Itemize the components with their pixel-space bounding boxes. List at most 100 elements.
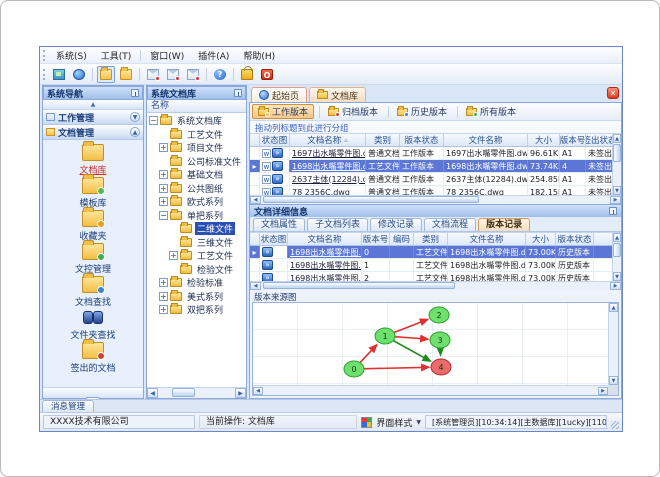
detail-tab-版本记录[interactable]: 版本记录 <box>478 218 531 231</box>
column-header-版本号[interactable]: 版本号 <box>362 233 390 245</box>
tree-node[interactable]: 工艺文件 <box>147 127 246 142</box>
menu-item[interactable]: 插件(A) <box>191 48 236 63</box>
column-header-大小[interactable]: 大小 <box>526 233 556 245</box>
sidebar-item-文档查找[interactable]: 文档查找 <box>43 272 143 308</box>
grid-vscrollbar[interactable]: ▲ ▼ <box>612 233 621 281</box>
detail-tab-子文档列表[interactable]: 子文档列表 <box>307 218 369 231</box>
scroll-down-icon[interactable]: ▼ <box>609 376 618 385</box>
tree-node[interactable]: − 单把系列 <box>147 208 246 223</box>
version-node-4[interactable]: 4 <box>430 358 452 376</box>
menu-item[interactable]: 帮助(H) <box>236 48 282 63</box>
table-row[interactable]: w»1697出水嘴零件图.dwg普通文档工作版本1697出水嘴零件图.dwg96… <box>250 147 612 160</box>
column-header-编码[interactable]: 编码 <box>390 233 414 245</box>
sidebar-item-模板库[interactable]: 模板库 <box>43 173 143 209</box>
column-header-版本状态[interactable]: 版本状态 <box>400 134 444 146</box>
graph-vscrollbar[interactable]: ▲ ▼ <box>608 303 618 385</box>
version-node-1[interactable]: 1 <box>374 327 396 345</box>
tree-node[interactable]: − 系统文档库 <box>147 114 246 128</box>
document-name-link[interactable]: 78 2356C.dwg <box>292 188 350 196</box>
tab-文档库[interactable]: 文档库 <box>309 87 367 102</box>
menu-item[interactable]: 系统(S) <box>49 48 94 63</box>
scroll-right-icon[interactable]: ▶ <box>610 282 621 290</box>
detail-tab-修改记录[interactable]: 修改记录 <box>370 218 423 231</box>
expand-icon[interactable]: + <box>159 197 168 207</box>
document-name-link[interactable]: 1698出水嘴零件图.dwg <box>290 247 361 258</box>
column-header-版本状态[interactable]: 版本状态 <box>556 233 594 245</box>
detail-tab-文档流程[interactable]: 文档流程 <box>424 218 477 231</box>
scroll-up-icon[interactable]: ▲ <box>609 303 618 312</box>
pin-icon[interactable] <box>131 89 139 97</box>
tree-node[interactable]: + 项目文件 <box>147 141 246 155</box>
version-filter-历史版本[interactable]: 历史版本 <box>392 104 452 119</box>
pin-icon[interactable] <box>234 89 242 97</box>
tree-node[interactable]: 检验文件 <box>147 262 246 277</box>
scroll-down-icon[interactable]: ▼ <box>613 186 621 195</box>
column-header-签出状态[interactable]: 签出状态 <box>586 134 612 146</box>
globe-button[interactable] <box>70 66 88 83</box>
document-name-link[interactable]: 1698出水嘴零件图.dwg <box>290 273 361 282</box>
lock-button[interactable] <box>238 65 256 83</box>
tree-node[interactable]: + 工艺文件 <box>147 249 246 263</box>
ui-style-dropdown[interactable]: 界面样式 <box>376 416 412 429</box>
scroll-left-icon[interactable]: ◀ <box>250 196 261 204</box>
tree-node[interactable]: + 基础文档 <box>147 168 246 182</box>
collapse-icon[interactable]: − <box>159 210 168 220</box>
tree-node[interactable]: 二维文件 <box>147 222 246 236</box>
document-name-link[interactable]: 1698出水嘴零件图.dwg <box>290 260 361 271</box>
table-row[interactable]: w»2637主体(12284).dwg普通文档工作版本2637主体(12284)… <box>250 173 612 186</box>
chevron-icon[interactable]: ▲ <box>130 127 140 137</box>
message-manager-tab[interactable]: 消息管理 <box>42 400 95 412</box>
scroll-up-icon[interactable]: ▲ <box>613 233 621 242</box>
sidebar-item-文控管理[interactable]: 文控管理 <box>43 239 143 275</box>
sidebar-item-文件夹查找[interactable]: 文件夹查找 <box>43 308 143 341</box>
menu-item[interactable]: 工具(T) <box>94 48 139 63</box>
document-name-link[interactable]: 1697出水嘴零件图.dwg <box>292 148 365 159</box>
tab-起始页[interactable]: 起始页 <box>251 87 308 102</box>
open-library-button[interactable] <box>97 65 115 83</box>
sidebar-item-文档库[interactable]: 文档库 <box>43 140 143 176</box>
sidebar-group-work[interactable]: 工作管理 ▼ <box>43 110 143 125</box>
table-row[interactable]: »1698出水嘴零件图.dwg1工艺文件1698出水嘴零件图.dwg73.00K… <box>250 259 612 272</box>
column-header-文件名称[interactable]: 文件名称 <box>444 134 528 146</box>
menu-item[interactable]: 窗口(W) <box>143 48 191 63</box>
expand-icon[interactable]: + <box>169 251 178 261</box>
column-header-状态图[interactable]: 状态图 <box>260 233 288 245</box>
document-name-link[interactable]: 1698出水嘴零件图.dwg <box>292 161 365 172</box>
resize-grip[interactable] <box>611 421 619 429</box>
sidebar-scroll-up[interactable]: ▲ <box>43 100 143 110</box>
column-header-文档名称[interactable]: 文档名称 <box>288 233 362 245</box>
table-row[interactable]: ▸»1698出水嘴零件图.dwg0工艺文件1698出水嘴零件图.dwg73.00… <box>250 246 612 259</box>
scroll-right-icon[interactable]: ▶ <box>610 196 621 204</box>
scroll-down-icon[interactable]: ▼ <box>613 272 621 281</box>
tree-column-header[interactable]: 名称 <box>147 100 246 113</box>
pin-icon[interactable] <box>609 207 617 215</box>
mail-button[interactable] <box>144 66 162 83</box>
collapse-icon[interactable]: − <box>149 116 158 126</box>
version-node-3[interactable]: 3 <box>429 331 451 349</box>
expand-icon[interactable]: + <box>159 291 168 301</box>
tree-node[interactable]: + 公共图纸 <box>147 181 246 196</box>
tree-node[interactable]: + 欧式系列 <box>147 195 246 209</box>
tree-node[interactable]: + 美式系列 <box>147 289 246 304</box>
expand-icon[interactable]: + <box>159 170 168 180</box>
table-row[interactable]: ▸w»1698出水嘴零件图.dwg工艺文件工作版本1698出水嘴零件图.dwg7… <box>250 160 612 173</box>
expand-icon[interactable]: + <box>159 305 168 315</box>
tree-node[interactable]: 公司标准文件 <box>147 154 246 169</box>
grid-hscrollbar[interactable]: ◀ ▶ <box>250 195 621 204</box>
tree-node[interactable]: + 检验标准 <box>147 276 246 290</box>
mail-alert-button[interactable] <box>184 66 202 83</box>
close-icon[interactable]: ✕ <box>607 87 619 99</box>
exit-button[interactable]: O <box>258 66 276 83</box>
version-node-0[interactable]: 0 <box>343 360 365 378</box>
column-header-类别[interactable]: 类别 <box>414 233 448 245</box>
column-header-类别[interactable]: 类别 <box>366 134 400 146</box>
sidebar-item-签出的文档[interactable]: 签出的文档 <box>43 338 143 374</box>
table-row[interactable]: »1698出水嘴零件图.dwg2工艺文件1698出水嘴零件图.dwg73.00K… <box>250 272 612 281</box>
detail-tab-文档属性[interactable]: 文档属性 <box>253 218 306 231</box>
chevron-icon[interactable]: ▼ <box>130 112 140 122</box>
table-row[interactable]: w» 78 2356C.dwg 普通文档 工作版本 78 2356C.dwg 182.15… <box>250 186 612 195</box>
column-header-状态图[interactable]: 状态图 <box>260 134 290 146</box>
desktop-button[interactable] <box>50 66 68 83</box>
scroll-left-icon[interactable]: ◀ <box>253 386 263 395</box>
column-header-版本号[interactable]: 版本号 <box>560 134 586 146</box>
